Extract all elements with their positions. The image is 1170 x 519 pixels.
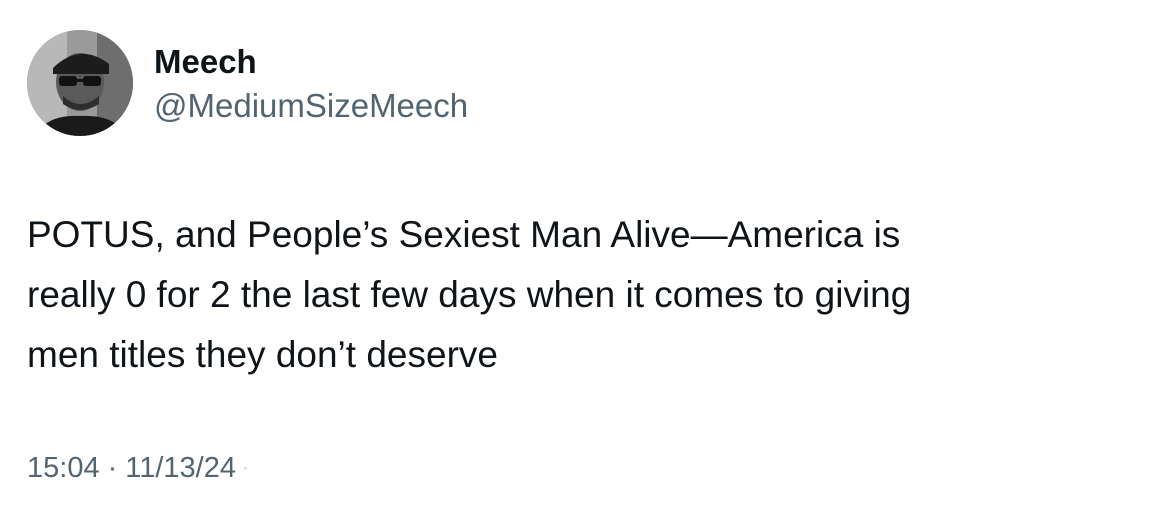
tweet-card: Meech @MediumSizeMeech POTUS, and People… xyxy=(0,0,1170,519)
author-display-name[interactable]: Meech xyxy=(154,42,257,82)
tweet-text: POTUS, and People’s Sexiest Man Alive—Am… xyxy=(27,214,912,375)
avatar-photo-icon xyxy=(27,30,133,136)
author-handle[interactable]: @MediumSizeMeech xyxy=(154,86,468,126)
author-avatar[interactable] xyxy=(27,30,133,136)
meta-separator: · xyxy=(107,452,118,484)
meta-separator-faint: · xyxy=(241,457,249,479)
tweet-meta: 15:04 · 11/13/24 · xyxy=(27,448,255,488)
tweet-time[interactable]: 15:04 xyxy=(27,448,100,488)
tweet-date[interactable]: 11/13/24 xyxy=(125,448,236,488)
